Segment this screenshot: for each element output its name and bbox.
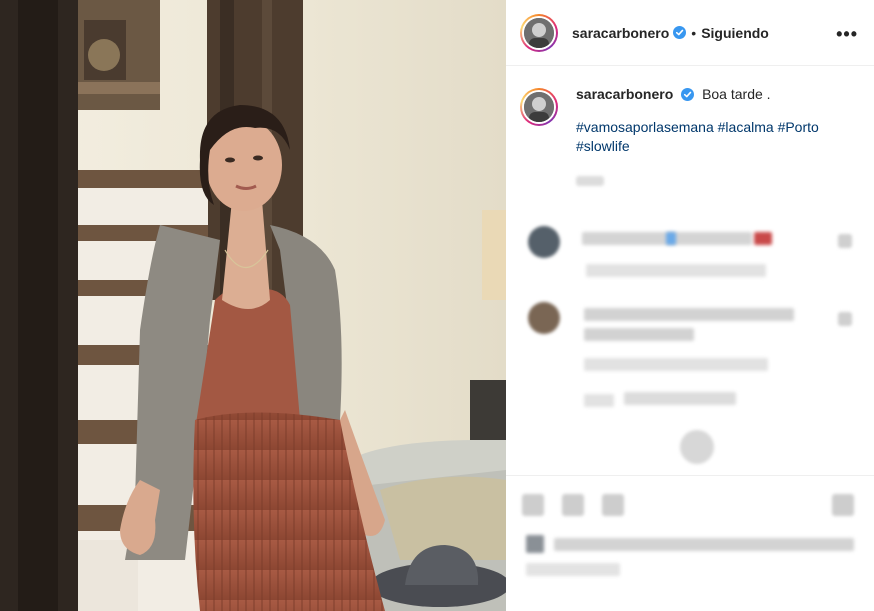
author-avatar[interactable] [520,13,558,52]
post-caption: saracarbonero Boa tarde . #vamosaporlase… [506,66,874,191]
post-side-panel: saracarbonero • Siguiendo ••• saracarbon… [506,0,874,611]
comment-meta-blurred [584,358,768,371]
more-options-icon[interactable]: ••• [836,24,858,45]
caption-text: Boa tarde . [702,86,771,102]
comment-meta-blurred [586,264,766,277]
verified-badge-icon [681,88,695,101]
hashtag-link[interactable]: #vamosaporlasemana [576,119,714,135]
view-replies-blurred[interactable] [584,394,614,407]
following-button[interactable]: Siguiendo [701,25,769,41]
comment-avatar[interactable] [528,226,560,258]
instagram-post-modal: saracarbonero • Siguiendo ••• saracarbon… [0,0,874,611]
actions-divider [506,475,874,476]
hashtag-link[interactable]: #slowlife [576,138,630,154]
liker-avatar-blurred[interactable] [526,535,544,553]
load-more-comments-icon[interactable] [680,430,714,464]
post-photo[interactable] [0,0,506,611]
author-username[interactable]: saracarbonero [572,25,669,41]
hashtag-link[interactable]: #Porto [778,119,819,135]
post-header: saracarbonero • Siguiendo ••• [506,0,874,66]
caption-hashtags: #vamosaporlasemana #lacalma #Porto #slow… [576,118,856,156]
comment-badge-blurred [666,232,676,245]
verified-badge-icon [673,26,687,39]
view-replies-blurred[interactable] [624,392,736,405]
hashtag-link[interactable]: #lacalma [718,119,774,135]
caption-username[interactable]: saracarbonero [576,86,673,102]
follow-separator: • [691,24,697,41]
comment-like-icon[interactable] [838,312,852,326]
post-date-blurred [526,563,620,576]
save-icon[interactable] [832,494,854,516]
comment-avatar[interactable] [528,302,560,334]
share-icon[interactable] [602,494,624,516]
likes-text-blurred [554,538,854,551]
comment-text-blurred [584,328,694,341]
caption-author-avatar[interactable] [520,88,558,126]
comment-icon[interactable] [562,494,584,516]
post-image [0,0,506,611]
post-actions [522,490,858,526]
comment-emoji-blurred [754,232,772,245]
caption-timestamp-blurred [576,172,856,191]
like-icon[interactable] [522,494,544,516]
comment-like-icon[interactable] [838,234,852,248]
comment-text-blurred [584,308,794,321]
